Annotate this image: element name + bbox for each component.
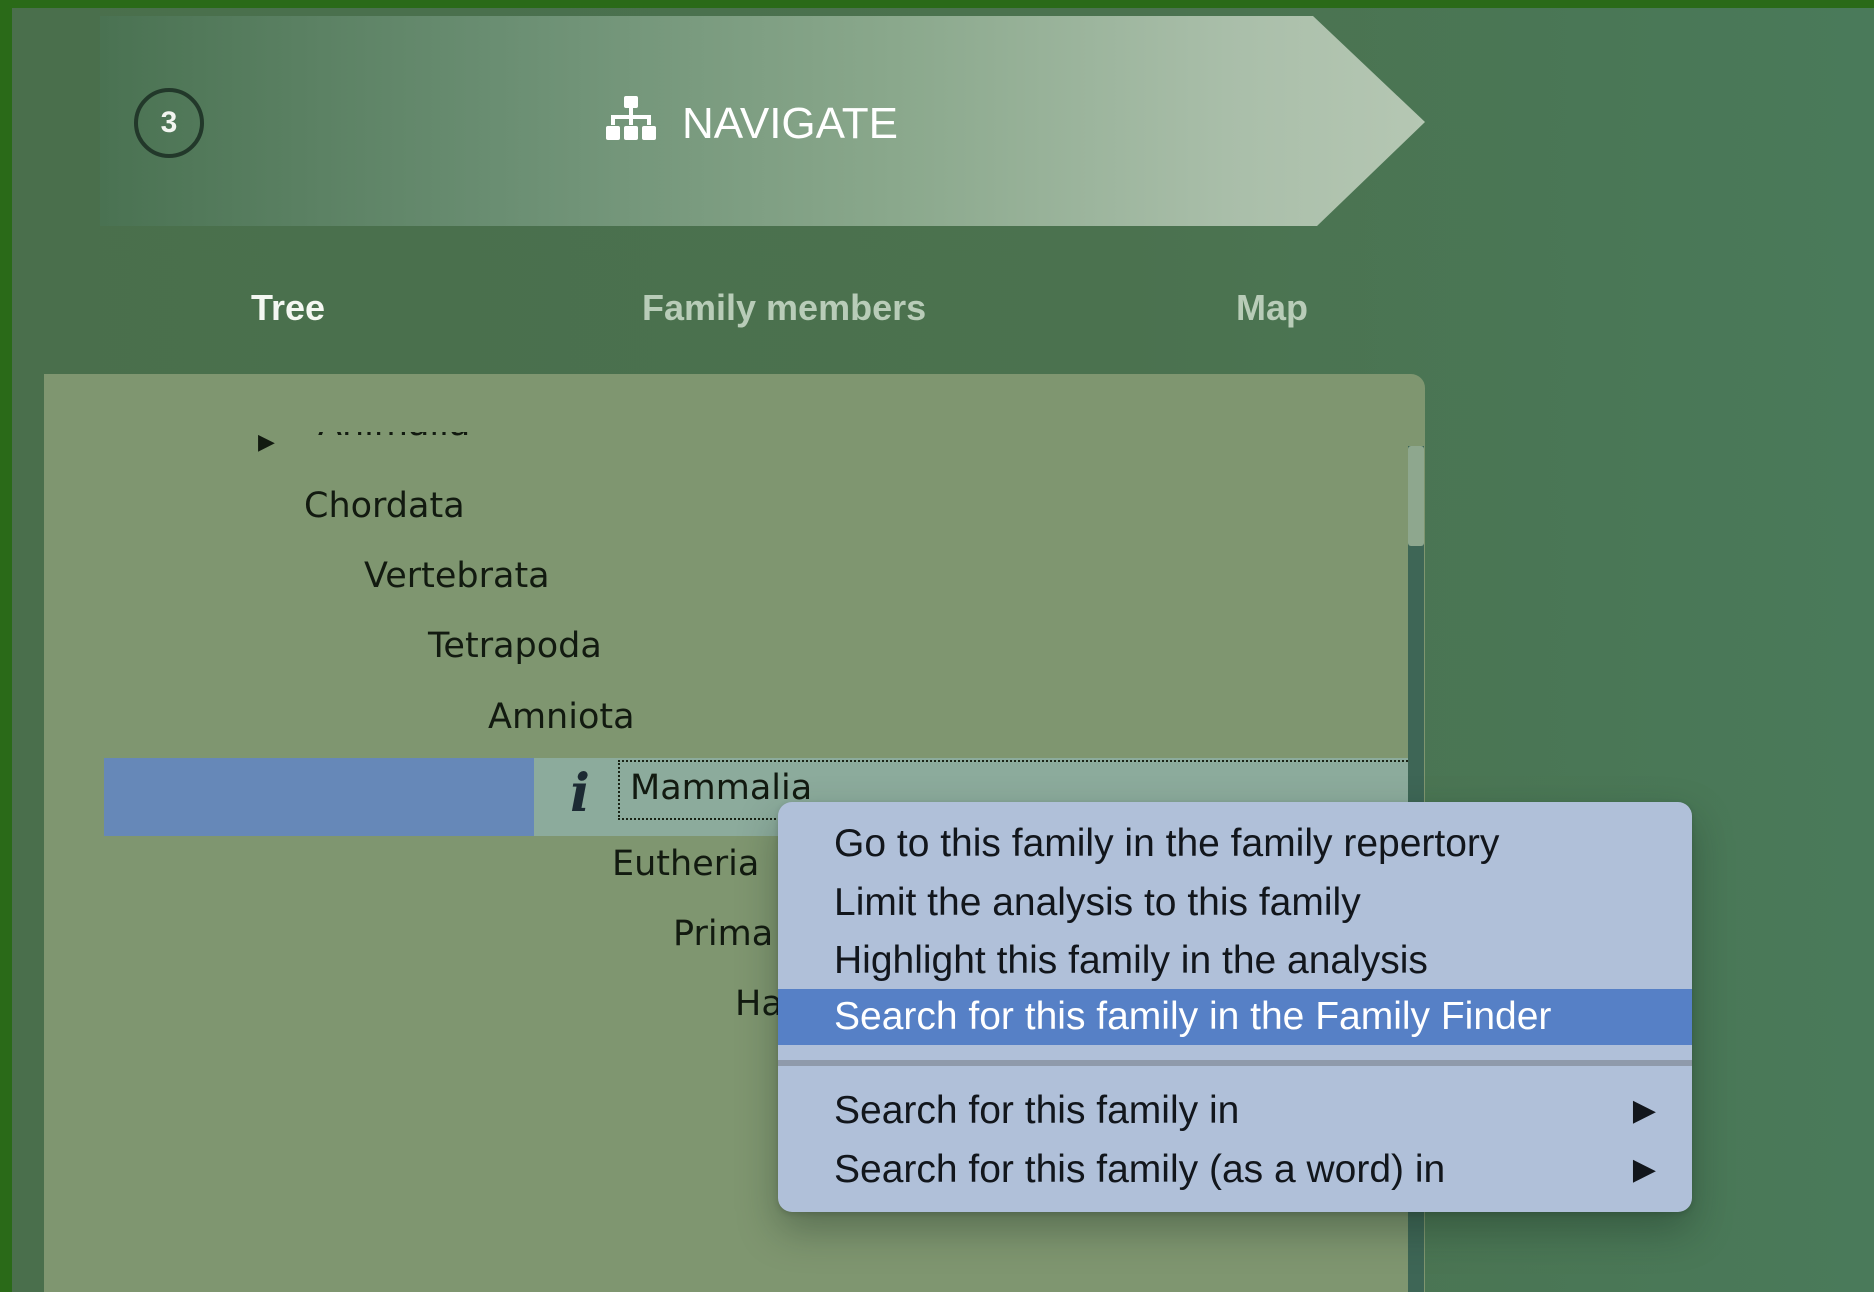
tab-tree[interactable]: Tree [251,280,325,336]
menu-item-go-to-repertory[interactable]: Go to this family in the family repertor… [778,816,1692,872]
step-title-text: NAVIGATE [682,99,898,148]
tab-map[interactable]: Map [1236,280,1308,336]
info-icon[interactable]: i [562,764,598,824]
selected-row-highlight [104,758,534,836]
menu-item-limit-analysis[interactable]: Limit the analysis to this family [778,875,1692,931]
scrollbar-thumb[interactable] [1408,446,1424,546]
menu-item-search-word-in[interactable]: Search for this family (as a word) in ▶ [778,1142,1692,1198]
context-menu: Go to this family in the family repertor… [778,802,1692,1212]
tree-item-partial[interactable]: ▶ Animalia [254,432,554,456]
view-tabs: Tree Family members Map [44,270,1424,382]
tree-item-hominidae[interactable]: Ha [735,984,783,1024]
menu-item-label: Search for this family (as a word) in [834,1148,1446,1191]
submenu-arrow-icon: ▶ [1632,1153,1656,1186]
menu-item-highlight-family[interactable]: Highlight this family in the analysis [778,933,1692,989]
submenu-arrow-icon: ▶ [1632,1094,1656,1127]
expand-arrow-icon[interactable]: ▶ [258,432,275,455]
menu-separator [778,1060,1692,1066]
menu-item-label: Search for this family in [834,1089,1240,1132]
step-title: NAVIGATE [606,95,898,153]
tab-family-members[interactable]: Family members [642,280,926,336]
tree-item-tetrapoda[interactable]: Tetrapoda [428,626,602,666]
tree-item-mammalia[interactable]: Mammalia [630,768,812,808]
menu-item-search-family-finder[interactable]: Search for this family in the Family Fin… [778,989,1692,1045]
sitemap-icon [606,95,656,153]
menu-item-search-in[interactable]: Search for this family in ▶ [778,1083,1692,1139]
tree-item-vertebrata[interactable]: Vertebrata [364,556,550,596]
tree-item-amniota[interactable]: Amniota [488,697,635,737]
step-number-badge: 3 [134,88,204,158]
tree-item-eutheria[interactable]: Eutheria [612,844,759,884]
tree-item-chordata[interactable]: Chordata [304,486,465,526]
tree-item-primates[interactable]: Prima [673,914,773,954]
